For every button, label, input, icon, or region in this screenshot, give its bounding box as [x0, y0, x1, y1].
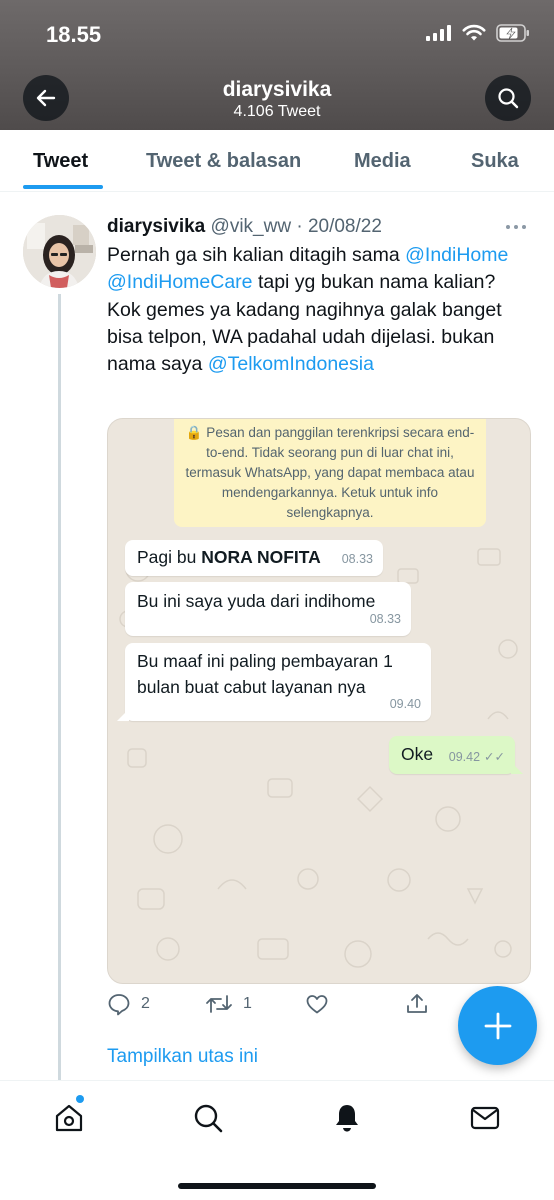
tab-tweet-replies[interactable]: Tweet & balasan: [146, 130, 301, 192]
signal-icon: [426, 25, 451, 41]
profile-title: diarysivika: [222, 78, 332, 101]
message-bubble-3: Bu maaf ini paling pembayaran 1 bulan bu…: [125, 643, 431, 721]
more-icon[interactable]: [506, 225, 526, 229]
status-time: 18.55: [46, 22, 102, 47]
share-icon: [407, 994, 427, 1013]
message-time: 08.33: [369, 612, 401, 626]
thread-line: [58, 294, 61, 1084]
nav-home[interactable]: [54, 1103, 84, 1133]
bottom-nav: [0, 1080, 554, 1200]
home-icon: [55, 1104, 83, 1132]
mention-telkomindonesia[interactable]: @TelkomIndonesia: [208, 353, 374, 375]
tweet-text: Pernah ga sih kalian ditagih sama @IndiH…: [107, 244, 509, 376]
search-icon: [498, 88, 519, 109]
reply-count: 2: [141, 995, 150, 1012]
encryption-notice: 🔒 Pesan dan panggilan terenkripsi secara…: [174, 419, 486, 527]
like-button[interactable]: [305, 992, 329, 1016]
compose-plus-icon: [484, 1012, 511, 1039]
tweet-header: diarysivika @vik_ww · 20/08/22: [107, 216, 382, 238]
bubble-tail-out: [511, 762, 523, 774]
avatar[interactable]: [23, 215, 96, 288]
tab-likes[interactable]: Suka: [471, 130, 519, 192]
message-bubble-2: Bu ini saya yuda dari indihome 08.33: [125, 582, 411, 636]
reply-icon: [108, 994, 130, 1016]
share-button[interactable]: [405, 992, 429, 1016]
notifications-icon: [336, 1105, 358, 1132]
show-thread-link[interactable]: Tampilkan utas ini: [107, 1046, 258, 1068]
message-bubble-out: Oke 09.42 ✓✓: [389, 736, 515, 774]
like-icon: [306, 995, 328, 1014]
mention-indihomecare[interactable]: @IndiHomeCare: [107, 271, 253, 293]
compose-button[interactable]: [458, 986, 537, 1065]
home-indicator: [178, 1183, 376, 1189]
message-time: 09.42 ✓✓: [448, 750, 505, 764]
nav-notifications[interactable]: [332, 1103, 362, 1133]
mention-indihome[interactable]: @IndiHome: [405, 244, 508, 266]
tab-media[interactable]: Media: [354, 130, 411, 192]
status-icons: [426, 24, 530, 42]
message-bubble-1: Pagi bu NORA NOFITA 08.33: [125, 540, 383, 576]
author-name[interactable]: diarysivika: [107, 216, 205, 237]
tweet-media-image[interactable]: 🔒 Pesan dan panggilan terenkripsi secara…: [107, 418, 531, 984]
message-time: 08.33: [341, 552, 373, 566]
nav-explore[interactable]: [193, 1103, 223, 1133]
retweet-icon: [206, 995, 232, 1013]
active-tab-indicator: [23, 185, 103, 189]
search-button[interactable]: [485, 75, 531, 121]
reply-button[interactable]: 2: [107, 992, 150, 1016]
profile-tabs: Tweet Tweet & balasan Media Suka: [0, 130, 554, 192]
tab-tweet[interactable]: Tweet: [33, 130, 88, 192]
author-handle: @vik_ww · 20/08/22: [210, 216, 382, 237]
nav-messages[interactable]: [470, 1103, 500, 1133]
battery-icon: [496, 24, 529, 42]
retweet-button[interactable]: 1: [205, 992, 252, 1016]
retweet-count: 1: [243, 995, 252, 1012]
tweet-date[interactable]: 20/08/22: [308, 216, 382, 237]
wifi-icon: [462, 24, 486, 41]
read-checks-icon: ✓✓: [484, 750, 505, 764]
explore-icon: [194, 1104, 223, 1133]
message-time: 09.40: [389, 697, 421, 711]
bubble-tail: [117, 709, 129, 721]
messages-icon: [470, 1106, 500, 1130]
home-new-dot: [76, 1095, 84, 1103]
tweet-count: 4.106 Tweet: [233, 103, 321, 120]
